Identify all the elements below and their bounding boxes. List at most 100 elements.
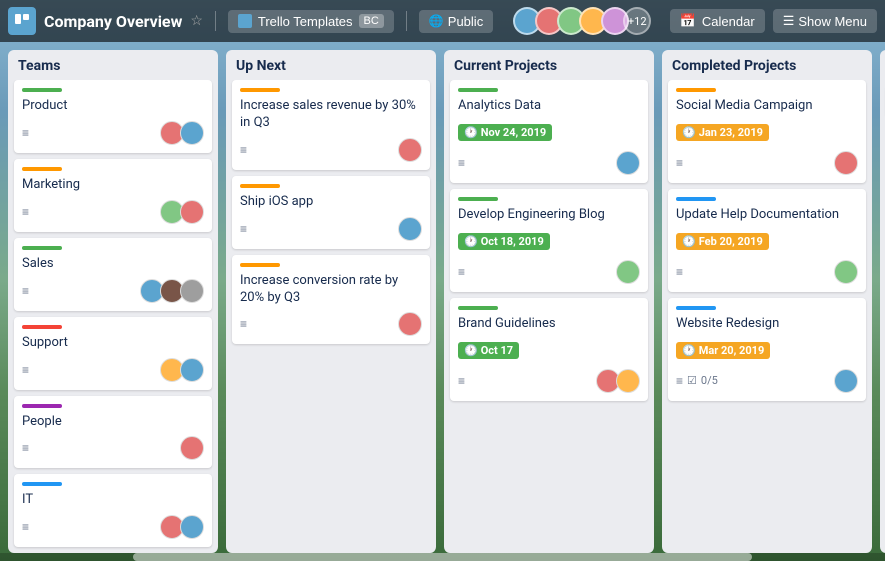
card-help-docs-title: Update Help Documentation (676, 207, 858, 224)
column-current-projects: Current Projects Analytics Data 🕐 Nov 24… (444, 50, 654, 553)
card-accent-blue (676, 306, 716, 310)
card-analytics-footer: ≡ (458, 151, 640, 175)
calendar-label: Calendar (702, 14, 755, 29)
card-avatar (180, 121, 204, 145)
card-social-media[interactable]: Social Media Campaign 🕐 Jan 23, 2019 ≡ (668, 80, 866, 183)
card-sales-revenue-title: Increase sales revenue by 30% in Q3 (240, 98, 422, 132)
lines-icon: ≡ (22, 363, 29, 377)
card-product-title: Product (22, 98, 204, 115)
avatar-overflow-count[interactable]: +12 (623, 7, 651, 35)
lines-icon: ≡ (240, 222, 247, 236)
card-accent-green (458, 197, 498, 201)
card-marketing-footer: ≡ (22, 200, 204, 224)
card-icons: ≡ (676, 156, 683, 170)
card-conversion-rate[interactable]: Increase conversion rate by 20% by Q3 ≡ (232, 255, 430, 345)
card-analytics-title: Analytics Data (458, 98, 640, 115)
card-icons: ≡ (240, 143, 247, 157)
card-sales-icons: ≡ (22, 284, 29, 298)
clock-icon: 🕐 (464, 344, 478, 357)
board-template-label: Trello Templates (258, 14, 353, 29)
column-completed-projects-cards: Social Media Campaign 🕐 Jan 23, 2019 ≡ (662, 80, 872, 407)
horizontal-scrollbar[interactable] (0, 553, 885, 561)
card-avatars (834, 369, 858, 393)
card-icons: ≡ (458, 156, 465, 170)
card-avatar (180, 515, 204, 539)
header-divider (215, 11, 216, 31)
card-accent-green (22, 246, 62, 250)
card-icons: ≡ ☑ 0/5 (676, 374, 718, 388)
card-sales-revenue[interactable]: Increase sales revenue by 30% in Q3 ≡ (232, 80, 430, 170)
lines-icon: ≡ (22, 441, 29, 455)
card-icons: ≡ (240, 222, 247, 236)
card-brand-guidelines-footer: ≡ (458, 369, 640, 393)
card-product-footer: ≡ (22, 121, 204, 145)
card-avatar (616, 369, 640, 393)
card-avatar (834, 260, 858, 284)
card-dev-blog-title: Develop Engineering Blog (458, 207, 640, 224)
column-up-next-cards: Increase sales revenue by 30% in Q3 ≡ Sh… (226, 80, 436, 350)
card-accent-red (22, 325, 62, 329)
card-dev-blog[interactable]: Develop Engineering Blog 🕐 Oct 18, 2019 … (450, 189, 648, 292)
checklist-count: 0/5 (701, 374, 718, 387)
board-template-button[interactable]: Trello Templates BC (228, 10, 394, 33)
card-it-icons: ≡ (22, 520, 29, 534)
card-accent-orange (240, 184, 280, 188)
card-it-footer: ≡ (22, 515, 204, 539)
card-marketing[interactable]: Marketing ≡ (14, 159, 212, 232)
card-support-icons: ≡ (22, 363, 29, 377)
star-icon[interactable]: ☆ (190, 13, 203, 29)
card-support[interactable]: Support ≡ (14, 317, 212, 390)
card-product[interactable]: Product ≡ (14, 80, 212, 153)
card-social-media-title: Social Media Campaign (676, 98, 858, 115)
card-ship-ios[interactable]: Ship iOS app ≡ (232, 176, 430, 249)
public-button[interactable]: 🌐 Public (419, 10, 493, 33)
card-brand-guidelines[interactable]: Brand Guidelines 🕐 Oct 17 ≡ (450, 298, 648, 401)
card-people-avatars (180, 436, 204, 460)
card-avatars (834, 260, 858, 284)
card-accent-green (458, 306, 498, 310)
card-website-redesign[interactable]: Website Redesign 🕐 Mar 20, 2019 ≡ ☑ 0/5 (668, 298, 866, 401)
column-partial: B... C... re... (880, 50, 885, 553)
column-current-projects-cards: Analytics Data 🕐 Nov 24, 2019 ≡ (444, 80, 654, 407)
public-label: Public (448, 14, 483, 29)
date-badge: 🕐 Nov 24, 2019 (458, 124, 552, 141)
globe-icon: 🌐 (429, 14, 444, 28)
card-avatar (180, 436, 204, 460)
show-menu-button[interactable]: ☰ Show Menu (773, 9, 877, 33)
card-people[interactable]: People ≡ (14, 396, 212, 469)
card-icons: ≡ (458, 374, 465, 388)
member-avatars[interactable]: +12 (505, 7, 651, 35)
card-product-avatars (160, 121, 204, 145)
card-accent-orange (240, 88, 280, 92)
column-teams-header: Teams (8, 50, 218, 80)
card-sales[interactable]: Sales ≡ (14, 238, 212, 311)
card-marketing-icons: ≡ (22, 205, 29, 219)
scrollbar-thumb[interactable] (133, 553, 753, 561)
lines-icon: ≡ (676, 156, 683, 170)
card-avatars (834, 151, 858, 175)
card-analytics-data[interactable]: Analytics Data 🕐 Nov 24, 2019 ≡ (450, 80, 648, 183)
app-logo[interactable] (8, 7, 36, 35)
card-avatar (180, 279, 204, 303)
column-partial-header: B... (880, 50, 885, 79)
card-people-title: People (22, 414, 204, 431)
header: Company Overview ☆ Trello Templates BC 🌐… (0, 0, 885, 42)
checklist-icon: ☑ (687, 374, 697, 387)
column-up-next-header: Up Next (226, 50, 436, 80)
card-people-footer: ≡ (22, 436, 204, 460)
calendar-button[interactable]: 📅 Calendar (670, 9, 765, 33)
lines-icon: ≡ (676, 374, 683, 388)
lines-icon: ≡ (240, 143, 247, 157)
clock-icon: 🕐 (464, 235, 478, 248)
card-avatar (180, 358, 204, 382)
card-it[interactable]: IT ≡ (14, 474, 212, 547)
card-social-media-footer: ≡ (676, 151, 858, 175)
column-completed-projects: Completed Projects Social Media Campaign… (662, 50, 872, 553)
card-help-docs[interactable]: Update Help Documentation 🕐 Feb 20, 2019… (668, 189, 866, 292)
date-badge: 🕐 Feb 20, 2019 (676, 233, 769, 250)
card-avatar (834, 369, 858, 393)
card-icons: ≡ (458, 265, 465, 279)
card-help-docs-footer: ≡ (676, 260, 858, 284)
header-divider-2 (406, 11, 407, 31)
board-badge: BC (359, 14, 384, 28)
